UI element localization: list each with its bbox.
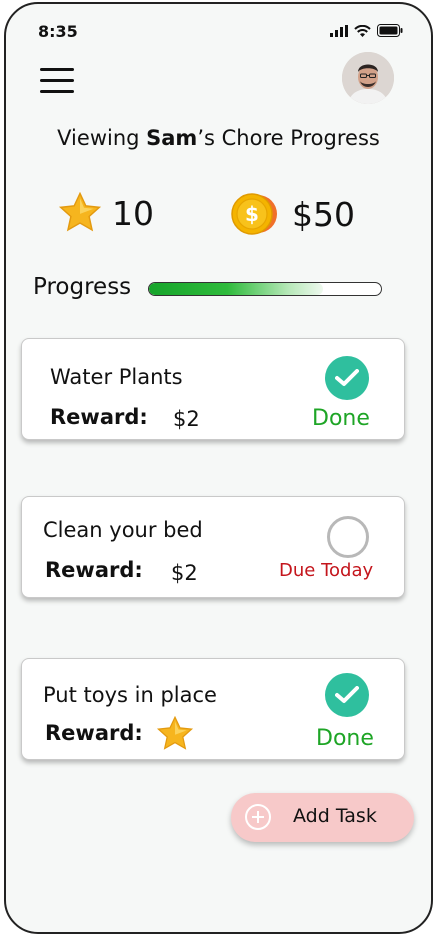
child-name: Sam: [146, 126, 198, 150]
status-label: Done: [316, 726, 374, 751]
reward-label: Reward:: [45, 721, 143, 745]
plus-circle-icon: [245, 804, 271, 830]
status-bar: 8:35: [6, 4, 431, 44]
title-suffix: ’s Chore Progress: [197, 126, 380, 150]
status-label: Done: [312, 406, 370, 431]
star-icon: [156, 716, 194, 750]
status-label: Due Today: [279, 560, 374, 581]
svg-text:$: $: [245, 202, 259, 226]
reward-value: $2: [171, 561, 198, 585]
avatar[interactable]: [342, 52, 394, 104]
progress-fill: [149, 283, 323, 295]
status-time: 8:35: [38, 22, 78, 41]
add-task-button[interactable]: Add Task: [231, 793, 414, 842]
wifi-icon: [354, 24, 371, 37]
task-card-put-toys[interactable]: Put toys in place Reward: Done: [21, 658, 405, 760]
coin-icon: $: [231, 193, 277, 235]
task-card-water-plants[interactable]: Water Plants Reward: $2 Done: [21, 338, 405, 440]
task-card-clean-bed[interactable]: Clean your bed Reward: $2 Due Today: [21, 496, 405, 598]
incomplete-circle-icon[interactable]: [327, 516, 369, 558]
reward-label: Reward:: [50, 405, 148, 429]
done-check-icon[interactable]: [325, 356, 369, 400]
money-stat: $ $50: [228, 192, 355, 236]
signal-icon: [330, 24, 348, 37]
money-amount: $50: [292, 194, 355, 234]
stars-count: 10: [112, 193, 154, 233]
task-title: Water Plants: [50, 365, 183, 389]
reward-label: Reward:: [45, 558, 143, 582]
task-title: Clean your bed: [43, 518, 203, 542]
status-icons: [330, 24, 403, 37]
add-task-label: Add Task: [293, 805, 377, 827]
progress-bar: [148, 282, 382, 296]
progress-label: Progress: [33, 274, 132, 300]
hamburger-menu-icon[interactable]: [40, 68, 74, 94]
battery-icon: [377, 24, 403, 37]
page-title: Viewing Sam’s Chore Progress: [6, 126, 431, 150]
person-photo-icon: [342, 52, 394, 104]
task-title: Put toys in place: [43, 683, 217, 707]
done-check-icon[interactable]: [325, 673, 369, 717]
title-prefix: Viewing: [57, 126, 147, 150]
phone-frame: 8:35 Viewing Sam’s Chore Progress 10 $ $…: [4, 2, 433, 934]
reward-value: $2: [173, 407, 200, 431]
stars-stat: 10: [58, 192, 154, 234]
star-icon: [58, 192, 102, 232]
